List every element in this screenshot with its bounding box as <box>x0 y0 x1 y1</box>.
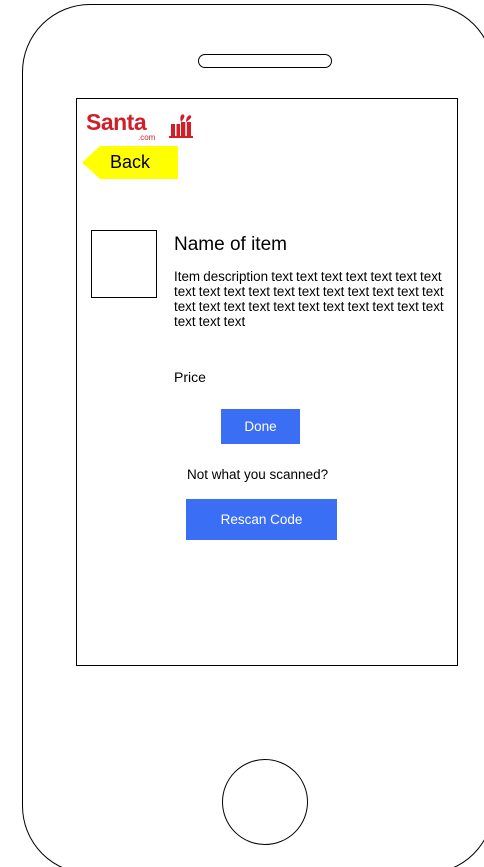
gift-bag-icon <box>169 114 193 138</box>
item-price: Price <box>174 369 206 385</box>
item-description: Item description text text text text tex… <box>174 269 444 329</box>
back-button-label: Back <box>110 152 151 172</box>
home-button[interactable] <box>222 759 308 845</box>
santa-logo: Santa .com <box>86 108 196 148</box>
logo-domain-text: .com <box>138 133 156 142</box>
rescan-code-button[interactable]: Rescan Code <box>186 499 337 540</box>
logo-brand-text: Santa <box>86 109 147 135</box>
app-screen: Santa .com Back Name of item Item descri… <box>76 98 458 666</box>
back-button[interactable]: Back <box>82 146 178 179</box>
done-button[interactable]: Done <box>221 409 300 444</box>
item-name: Name of item <box>174 234 287 255</box>
phone-speaker <box>198 54 332 68</box>
rescan-prompt-text: Not what you scanned? <box>187 467 329 482</box>
item-image-placeholder <box>91 230 157 298</box>
